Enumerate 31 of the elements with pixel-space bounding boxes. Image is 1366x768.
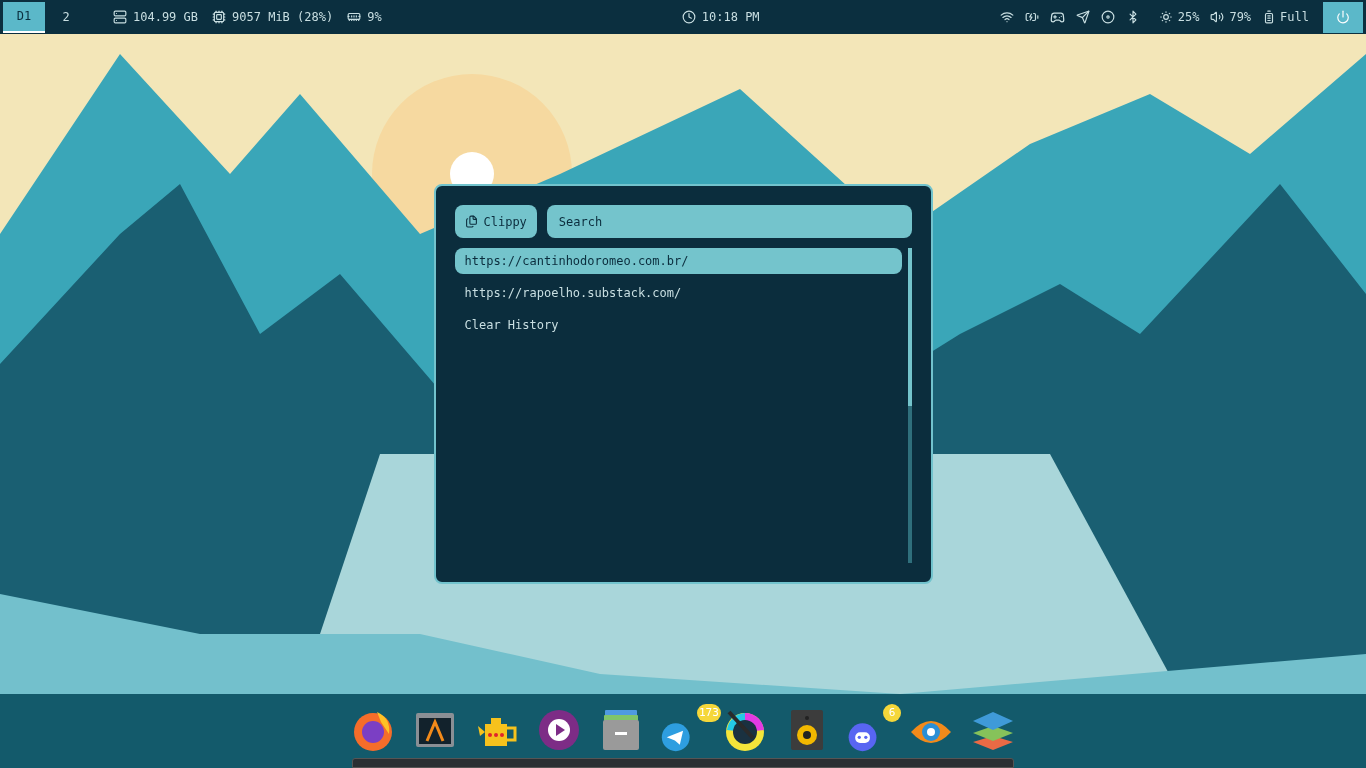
clippy-button[interactable]: Clippy [454,205,537,238]
copy-icon [464,215,478,228]
paper-plane-icon[interactable] [1075,10,1090,24]
workspace-tab[interactable]: D1 [3,1,45,33]
storage-icon [113,10,127,24]
volume-icon [1210,10,1225,24]
stat-reading: 9057 MiB (28%) [232,9,334,26]
clock-icon [681,10,696,24]
scrollbar[interactable] [907,248,912,563]
volume-level: 79% [1229,9,1252,26]
wifi-icon[interactable] [999,10,1014,24]
battery-status: Full [1280,9,1309,26]
stat-reading: 9% [367,9,382,26]
disc-icon[interactable] [1100,10,1115,24]
history-item[interactable]: https://cantinhodoromeo.com.br/ [454,248,902,274]
clock-time: 10:18 PM [701,9,760,26]
workspace-tab[interactable]: 2 [45,1,87,33]
stat-reading: 104.99 GB [133,9,199,26]
power-icon [1336,10,1350,24]
search-field[interactable]: Search [546,205,912,238]
history-item[interactable]: https://rapoelho.substack.com/ [454,280,902,306]
paintbrush-icon[interactable] [723,708,767,752]
brightness-icon [1158,10,1173,24]
battery-charging-icon[interactable] [1024,10,1039,24]
power-button[interactable] [1323,1,1363,33]
memory-icon [347,10,362,24]
history-item[interactable]: Clear History [454,312,902,338]
gamepad-icon[interactable] [1049,9,1065,25]
play-icon[interactable] [537,708,581,752]
brightness-level: 25% [1177,9,1200,26]
chip-icon [212,10,227,24]
